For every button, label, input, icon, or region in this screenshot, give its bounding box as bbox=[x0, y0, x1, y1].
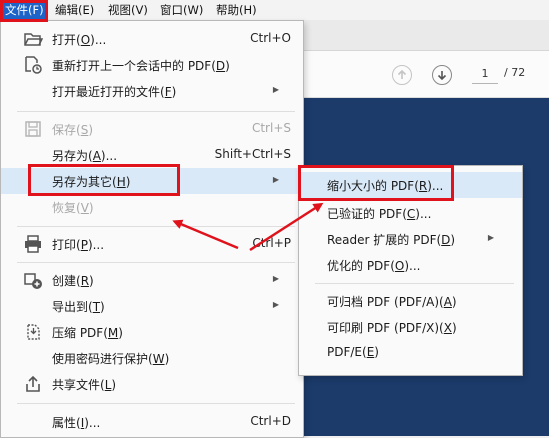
annotation-arrows bbox=[172, 202, 324, 252]
annotation-arrow-right bbox=[249, 202, 324, 252]
annotation-arrow-left bbox=[172, 219, 239, 250]
